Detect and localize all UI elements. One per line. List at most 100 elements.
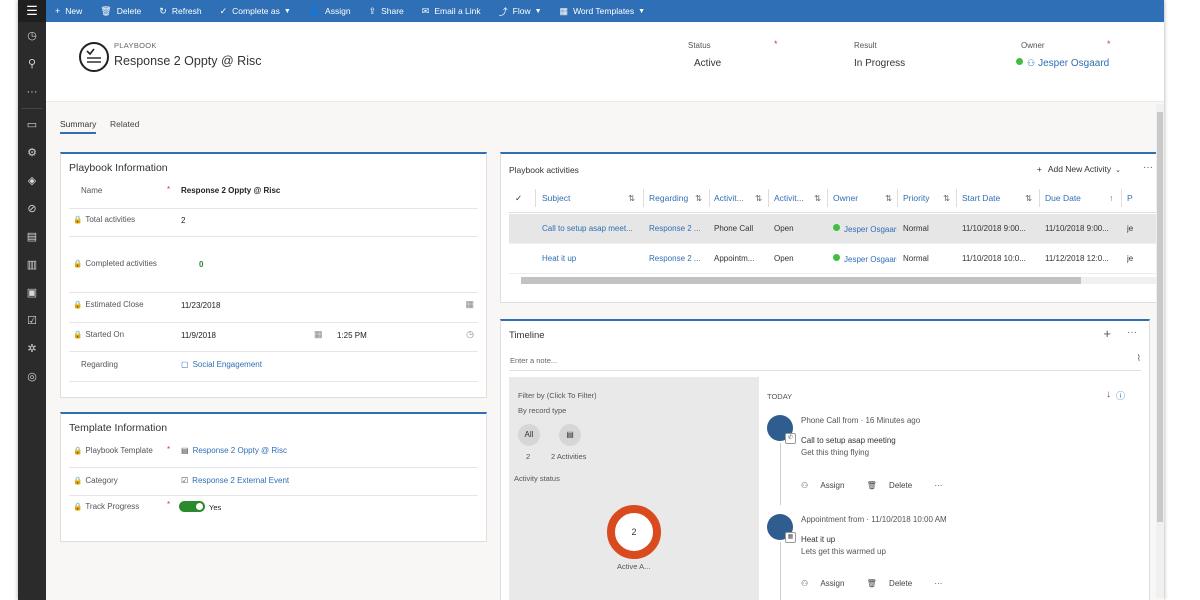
- more-actions-icon[interactable]: ···: [934, 579, 942, 588]
- name-value[interactable]: Response 2 Oppty @ Risc: [181, 186, 280, 195]
- column-regarding[interactable]: Regarding: [649, 193, 688, 203]
- track-progress-toggle[interactable]: Yes: [179, 501, 221, 512]
- settings-icon[interactable]: ✲: [18, 335, 46, 363]
- started-on-date[interactable]: 11/9/2018: [181, 331, 216, 340]
- more-icon[interactable]: ···: [18, 78, 46, 106]
- sort-icon[interactable]: ⇅: [885, 193, 892, 204]
- assign-action[interactable]: ⚇ Assign: [801, 481, 854, 490]
- calendar-icon[interactable]: ▦: [465, 299, 474, 310]
- more-options-icon[interactable]: ···: [1127, 327, 1137, 338]
- column-priority[interactable]: Priority: [903, 193, 929, 203]
- accounts-icon[interactable]: ⚙: [18, 139, 46, 167]
- column-truncated[interactable]: P: [1127, 193, 1133, 203]
- activity-subject[interactable]: Heat it up: [801, 535, 835, 544]
- delete-label: Delete: [116, 6, 142, 16]
- assign-button[interactable]: 👤 Assign: [300, 0, 360, 22]
- attachment-icon[interactable]: ⌇: [1137, 353, 1141, 364]
- sort-icon[interactable]: ⇅: [1025, 193, 1032, 204]
- total-activities-text: Total activities: [85, 215, 136, 224]
- clock-icon[interactable]: ◷: [466, 329, 474, 340]
- cell-owner[interactable]: Jesper Osgaard: [833, 224, 897, 234]
- recent-icon[interactable]: ◷: [18, 22, 46, 50]
- complete-as-button[interactable]: ✓ Complete as ▼: [211, 0, 300, 22]
- column-activity-type[interactable]: Activit...: [714, 193, 744, 203]
- playbook-template-link[interactable]: ▤ Response 2 Oppty @ Risc: [181, 446, 287, 455]
- column-subject[interactable]: Subject: [542, 193, 570, 203]
- checklist-icon[interactable]: ☑: [18, 307, 46, 335]
- document-icon[interactable]: ▤: [18, 223, 46, 251]
- word-templates-button[interactable]: ▦ Word Templates ▼: [551, 0, 655, 22]
- note-input[interactable]: Enter a note... ⌇: [509, 351, 1141, 371]
- toggle-switch[interactable]: [179, 501, 205, 512]
- flow-button[interactable]: ⤴ Flow ▼: [490, 0, 551, 22]
- owner-field[interactable]: ⚇ Jesper Osgaard: [1016, 58, 1109, 69]
- column-due-date[interactable]: Due Date: [1045, 193, 1081, 203]
- sort-icon[interactable]: ⇅: [943, 193, 950, 204]
- select-all-checkbox[interactable]: ✓: [515, 193, 522, 204]
- horizontal-scrollbar[interactable]: [521, 277, 1159, 284]
- delete-action[interactable]: 🗑 Delete: [867, 579, 923, 588]
- cell-owner[interactable]: Jesper Osgaard: [833, 254, 897, 264]
- chart-icon[interactable]: ▥: [18, 251, 46, 279]
- cell-regarding[interactable]: Response 2 ...: [649, 224, 705, 233]
- table-row[interactable]: Call to setup asap meet... Response 2 ..…: [509, 214, 1159, 244]
- estimated-close-value[interactable]: 11/23/2018: [181, 301, 220, 310]
- chevron-down-icon: ⌄: [1115, 167, 1121, 174]
- report-icon[interactable]: ▣: [18, 279, 46, 307]
- add-new-activity-button[interactable]: + Add New Activity ⌄: [1037, 164, 1121, 174]
- required-marker: *: [774, 39, 778, 49]
- new-button[interactable]: + New: [46, 0, 91, 22]
- record-icon: ▢: [181, 360, 189, 369]
- sort-icon[interactable]: ⇅: [628, 193, 635, 204]
- status-value[interactable]: Active: [694, 58, 721, 69]
- add-icon[interactable]: +: [1103, 326, 1111, 341]
- flow-icon: ⤴: [498, 6, 508, 17]
- cell-subject[interactable]: Call to setup asap meet...: [542, 224, 640, 233]
- more-options-icon[interactable]: ···: [1143, 162, 1153, 173]
- target-icon[interactable]: ◎: [18, 363, 46, 391]
- scrollbar-thumb[interactable]: [1157, 112, 1163, 522]
- column-start-date[interactable]: Start Date: [962, 193, 1000, 203]
- result-value[interactable]: In Progress: [854, 58, 905, 69]
- activities-filter-icon[interactable]: ▤: [559, 424, 581, 446]
- template-information-section: Template Information 🔒 Playbook Template …: [60, 412, 487, 542]
- map-icon[interactable]: ▭: [18, 111, 46, 139]
- regarding-link[interactable]: ▢ Social Engagement: [181, 360, 262, 369]
- sort-icon[interactable]: ⇅: [695, 193, 702, 204]
- column-owner[interactable]: Owner: [833, 193, 858, 203]
- scrollbar-thumb[interactable]: [521, 277, 1081, 284]
- info-icon[interactable]: ⓘ: [1116, 389, 1125, 402]
- activity-subject[interactable]: Call to setup asap meeting: [801, 436, 896, 445]
- calendar-icon[interactable]: ▦: [314, 329, 323, 340]
- started-on-time[interactable]: 1:25 PM: [337, 331, 367, 340]
- flow-label: Flow: [512, 6, 531, 16]
- column-activity-status[interactable]: Activit...: [774, 193, 804, 203]
- email-link-button[interactable]: ✉ Email a Link: [413, 0, 490, 22]
- sort-icon[interactable]: ⇅: [814, 193, 821, 204]
- activity-status-donut[interactable]: 2: [607, 505, 661, 559]
- sort-ascending-icon[interactable]: ↑: [1109, 193, 1113, 203]
- pinned-icon[interactable]: ⚲: [18, 50, 46, 78]
- tab-related[interactable]: Related: [110, 119, 139, 129]
- owner-link[interactable]: Jesper Osgaard: [1038, 58, 1109, 69]
- sort-down-icon[interactable]: ↓: [1106, 389, 1111, 400]
- entity-type-label: PLAYBOOK: [114, 41, 157, 50]
- refresh-button[interactable]: ↻ Refresh: [150, 0, 210, 22]
- cell-subject[interactable]: Heat it up: [542, 254, 640, 263]
- hamburger-menu-icon[interactable]: ☰: [18, 0, 46, 22]
- cube-icon[interactable]: ◈: [18, 167, 46, 195]
- cell-regarding[interactable]: Response 2 ...: [649, 254, 705, 263]
- delete-action[interactable]: 🗑 Delete: [867, 481, 923, 490]
- sort-icon[interactable]: ⇅: [755, 193, 762, 204]
- page-scrollbar[interactable]: [1156, 104, 1164, 598]
- assign-action[interactable]: ⚇ Assign: [801, 579, 854, 588]
- block-icon[interactable]: ⊘: [18, 195, 46, 223]
- share-button[interactable]: ⇪ Share: [360, 0, 413, 22]
- cell-truncated: je: [1127, 224, 1134, 233]
- table-row[interactable]: Heat it up Response 2 ... Appointm... Op…: [509, 244, 1159, 274]
- tab-summary[interactable]: Summary: [60, 119, 97, 134]
- delete-button[interactable]: 🗑 Delete: [91, 0, 150, 22]
- filter-all-button[interactable]: All: [518, 424, 540, 446]
- more-actions-icon[interactable]: ···: [934, 481, 942, 490]
- category-link[interactable]: ☑ Response 2 External Event: [181, 476, 289, 485]
